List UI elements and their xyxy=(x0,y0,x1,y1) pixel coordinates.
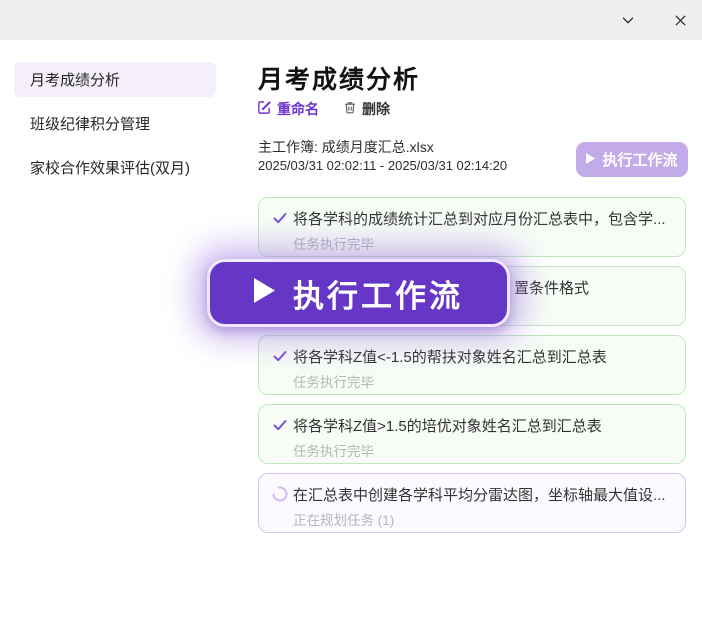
check-icon xyxy=(271,347,289,365)
rename-button[interactable]: 重命名 xyxy=(257,99,319,119)
sidebar-item-monthly-exam-analysis[interactable]: 月考成绩分析 xyxy=(14,62,216,97)
close-button[interactable] xyxy=(666,6,694,34)
check-icon xyxy=(271,416,289,434)
titlebar xyxy=(0,0,702,40)
task-title: 置条件格式 xyxy=(514,277,589,298)
run-workflow-label: 执行工作流 xyxy=(602,149,677,170)
task-status: 任务执行完毕 xyxy=(293,371,607,391)
delete-button[interactable]: 删除 xyxy=(343,99,390,119)
task-card[interactable]: 将各学科Z值<-1.5的帮扶对象姓名汇总到汇总表 任务执行完毕 xyxy=(258,335,686,395)
task-card[interactable]: 在汇总表中创建各学科平均分雷达图，坐标轴最大值设... 正在规划任务 (1) xyxy=(258,473,686,533)
task-card[interactable]: 将各学科的成绩统计汇总到对应月份汇总表中，包含学... 任务执行完毕 xyxy=(258,197,686,257)
sidebar-item-class-discipline-points[interactable]: 班级纪律积分管理 xyxy=(14,106,216,141)
task-title: 将各学科Z值>1.5的培优对象姓名汇总到汇总表 xyxy=(293,415,602,436)
header-actions: 重命名 删除 xyxy=(257,99,390,119)
delete-label: 删除 xyxy=(362,99,390,119)
sidebar-item-home-school-evaluation[interactable]: 家校合作效果评估(双月) xyxy=(14,150,216,185)
sidebar-item-label: 家校合作效果评估(双月) xyxy=(30,157,190,178)
play-triangle-icon xyxy=(254,278,275,308)
task-card[interactable]: 将各学科Z值>1.5的培优对象姓名汇总到汇总表 任务执行完毕 xyxy=(258,404,686,464)
close-icon xyxy=(672,12,689,29)
time-range: 2025/03/31 02:02:11 - 2025/03/31 02:14:2… xyxy=(258,158,507,173)
page-title: 月考成绩分析 xyxy=(258,60,420,96)
execute-workflow-overlay-label: 执行工作流 xyxy=(293,271,463,316)
sidebar-item-label: 月考成绩分析 xyxy=(30,69,120,90)
minimize-button[interactable] xyxy=(614,6,642,34)
rename-label: 重命名 xyxy=(277,99,319,119)
task-title: 将各学科的成绩统计汇总到对应月份汇总表中，包含学... xyxy=(293,208,666,229)
spinner-icon xyxy=(271,485,289,503)
task-title: 将各学科Z值<-1.5的帮扶对象姓名汇总到汇总表 xyxy=(293,346,607,367)
workbook-label: 主工作簿: 成绩月度汇总.xlsx xyxy=(258,137,434,157)
execute-workflow-overlay-button[interactable]: 执行工作流 xyxy=(207,259,510,327)
run-workflow-button[interactable]: 执行工作流 xyxy=(576,142,688,177)
task-status: 任务执行完毕 xyxy=(293,233,666,253)
play-triangle-icon xyxy=(586,151,595,168)
chevron-down-icon xyxy=(619,11,637,29)
task-status: 任务执行完毕 xyxy=(293,440,602,460)
task-title: 在汇总表中创建各学科平均分雷达图，坐标轴最大值设... xyxy=(293,484,666,505)
trash-icon xyxy=(343,100,357,118)
check-icon xyxy=(271,209,289,227)
task-list: 将各学科的成绩统计汇总到对应月份汇总表中，包含学... 任务执行完毕 置条件格式… xyxy=(258,197,686,542)
sidebar-item-label: 班级纪律积分管理 xyxy=(30,113,150,134)
task-status: 正在规划任务 (1) xyxy=(293,509,666,529)
edit-pencil-icon xyxy=(257,100,272,118)
